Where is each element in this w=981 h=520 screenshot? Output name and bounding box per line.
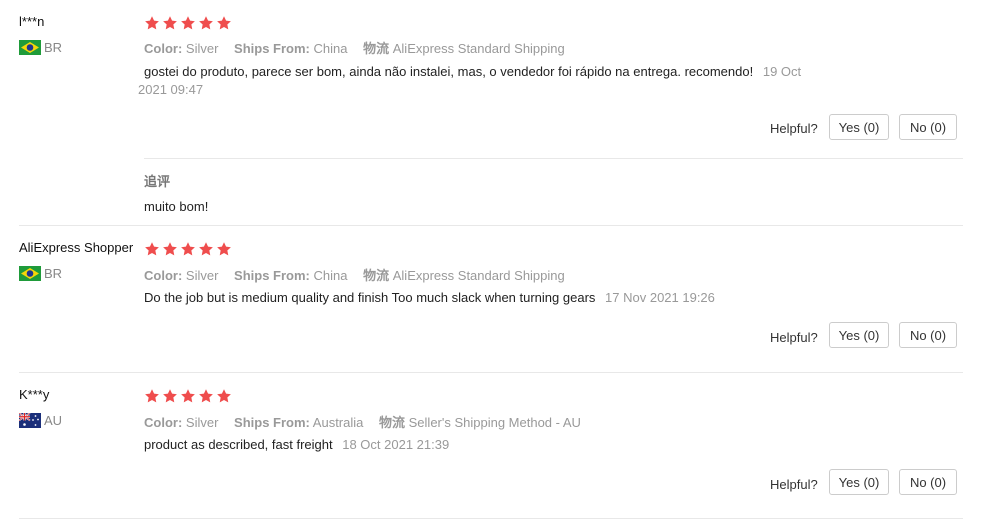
divider	[144, 158, 963, 159]
color-value: Silver	[185, 268, 219, 283]
helpful-yes-button[interactable]: Yes (0)	[829, 322, 889, 348]
country-code: AU	[44, 413, 63, 428]
star-icon	[198, 241, 214, 257]
star-icon	[144, 388, 160, 404]
helpful-label: Helpful?	[770, 330, 818, 345]
ships-from-label: Ships From:	[234, 41, 310, 56]
logistics-label: 物流	[363, 41, 390, 56]
review-date: 18 Oct 2021 21:39	[342, 437, 450, 452]
ships-from-label: Ships From:	[234, 415, 310, 430]
divider	[19, 225, 963, 226]
logistics-value: AliExpress Standard Shipping	[392, 268, 565, 283]
reviewer-name: AliExpress Shopper	[19, 240, 134, 255]
brazil-flag-icon	[19, 40, 41, 55]
reviewer-name: K***y	[19, 387, 50, 402]
reviewer-country: BR	[19, 266, 62, 281]
followup-label: 追评	[144, 174, 171, 189]
logistics-label: 物流	[379, 415, 406, 430]
color-value: Silver	[185, 415, 219, 430]
followup-text: muito bom!	[144, 199, 209, 214]
logistics-value: Seller's Shipping Method - AU	[408, 415, 581, 430]
star-rating	[144, 241, 232, 257]
brazil-flag-icon	[19, 266, 41, 281]
helpful-yes-button[interactable]: Yes (0)	[829, 114, 889, 140]
star-icon	[216, 241, 232, 257]
product-attributes: Color: Silver Ships From: China 物流 AliEx…	[144, 265, 565, 284]
star-icon	[144, 15, 160, 31]
ships-from-value: China	[313, 41, 348, 56]
star-icon	[216, 15, 232, 31]
helpful-label: Helpful?	[770, 121, 818, 136]
country-code: BR	[44, 40, 63, 55]
review-body: product as described, fast freight	[144, 437, 333, 452]
star-icon	[144, 241, 160, 257]
star-rating	[144, 388, 232, 404]
star-icon	[180, 388, 196, 404]
review-text: product as described, fast freight 18 Oc…	[144, 436, 844, 454]
logistics-label: 物流	[363, 268, 390, 283]
review-body: gostei do produto, parece ser bom, ainda…	[144, 64, 754, 79]
star-icon	[180, 15, 196, 31]
color-value: Silver	[185, 41, 219, 56]
ships-from-value: Australia	[312, 415, 364, 430]
color-label: Color:	[144, 268, 183, 283]
star-icon	[162, 15, 178, 31]
star-icon	[216, 388, 232, 404]
star-icon	[198, 388, 214, 404]
star-rating	[144, 15, 232, 31]
review-text: Do the job but is medium quality and fin…	[144, 289, 844, 307]
review-body: Do the job but is medium quality and fin…	[144, 290, 596, 305]
reviewer-country: BR	[19, 40, 62, 55]
star-icon	[162, 241, 178, 257]
australia-flag-icon	[19, 413, 41, 428]
star-icon	[180, 241, 196, 257]
product-attributes: Color: Silver Ships From: Australia 物流 S…	[144, 412, 581, 431]
divider	[19, 372, 963, 373]
color-label: Color:	[144, 415, 183, 430]
helpful-yes-button[interactable]: Yes (0)	[829, 469, 889, 495]
reviewer-country: AU	[19, 413, 62, 428]
helpful-no-button[interactable]: No (0)	[899, 469, 957, 495]
star-icon	[198, 15, 214, 31]
helpful-no-button[interactable]: No (0)	[899, 114, 957, 140]
logistics-value: AliExpress Standard Shipping	[392, 41, 565, 56]
review-text: gostei do produto, parece ser bom, ainda…	[138, 63, 844, 99]
star-icon	[162, 388, 178, 404]
divider	[19, 518, 963, 519]
reviewer-name: l***n	[19, 14, 45, 29]
country-code: BR	[44, 266, 63, 281]
review-date: 17 Nov 2021 19:26	[605, 290, 715, 305]
helpful-no-button[interactable]: No (0)	[899, 322, 957, 348]
color-label: Color:	[144, 41, 183, 56]
helpful-label: Helpful?	[770, 477, 818, 492]
ships-from-label: Ships From:	[234, 268, 310, 283]
product-attributes: Color: Silver Ships From: China 物流 AliEx…	[144, 38, 565, 57]
ships-from-value: China	[313, 268, 348, 283]
